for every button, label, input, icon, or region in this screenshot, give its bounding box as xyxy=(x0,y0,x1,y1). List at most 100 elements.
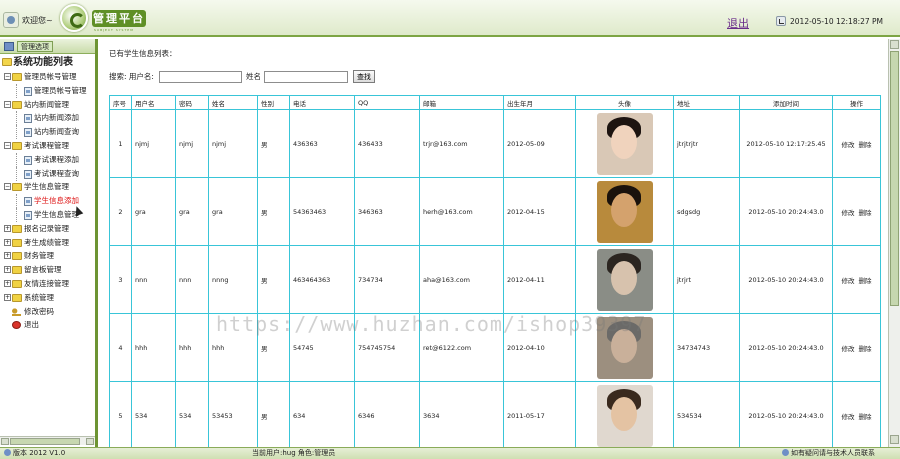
table-row: 5 534 534 53453 男 634 6346 3634 2011-05-17 534534… xyxy=(109,381,881,447)
sidebar-group[interactable]: + 友情连接管理 xyxy=(2,277,95,291)
cell-added: 2012-05-10 20:24:43.0 xyxy=(739,177,833,246)
cell-added: 2012-05-10 12:17:25.45 xyxy=(739,109,833,178)
cell-qq: 6346 xyxy=(354,381,420,447)
scrollbar-thumb[interactable] xyxy=(10,438,80,445)
expand-icon[interactable]: + xyxy=(4,238,11,246)
sidebar-item[interactable]: 站内新闻添加 xyxy=(2,111,95,126)
username-search-input[interactable] xyxy=(159,71,242,83)
sidebar-group[interactable]: − 学生信息管理 xyxy=(2,180,95,194)
edit-link[interactable]: 修改 xyxy=(842,141,855,149)
edit-link[interactable]: 修改 xyxy=(842,209,855,217)
collapse-icon[interactable]: − xyxy=(4,73,11,80)
scroll-left-icon[interactable] xyxy=(1,438,9,445)
folder-icon xyxy=(12,279,22,288)
sidebar-group[interactable]: − 站内新闻管理 xyxy=(2,98,95,112)
key-icon xyxy=(12,307,21,316)
avatar[interactable] xyxy=(596,112,653,175)
student-table: 序号 用户名 密码 姓名 性别 电话 QQ 邮箱 出生年月 头像 地址 添加时间 操作 1 njmj njm… xyxy=(109,95,881,447)
collapse-icon[interactable]: − xyxy=(4,100,11,108)
cell-name: hhh xyxy=(208,313,258,382)
tree-line xyxy=(16,111,17,126)
search-button[interactable]: 查找 xyxy=(353,70,375,83)
scroll-up-icon[interactable] xyxy=(890,40,899,49)
footer-version: 版本 2012 V1.0 xyxy=(4,448,65,459)
expand-icon[interactable]: + xyxy=(4,224,11,232)
sidebar-item[interactable]: 退出 xyxy=(2,318,95,332)
main-content: 已有学生信息列表： 搜索: 用户名: 姓名 查找 序号 用户名 密码 姓名 性别 电话 QQ… xyxy=(98,39,888,447)
avatar[interactable] xyxy=(596,248,653,311)
collapse-icon[interactable]: − xyxy=(4,183,11,191)
column-header: 地址 xyxy=(673,95,740,110)
sidebar-group[interactable]: + 报名记录管理 xyxy=(2,222,95,236)
sidebar-group[interactable]: − 管理员帐号管理 xyxy=(2,70,95,84)
cell-password: njmj xyxy=(175,109,209,178)
edit-link[interactable]: 修改 xyxy=(842,413,855,421)
avatar[interactable] xyxy=(596,180,653,243)
logo-icon xyxy=(60,4,88,32)
edit-link[interactable]: 修改 xyxy=(842,277,855,285)
avatar[interactable] xyxy=(596,316,653,379)
cell-birth: 2012-04-10 xyxy=(503,313,576,382)
main-vertical-scrollbar[interactable] xyxy=(888,39,900,447)
sidebar-group[interactable]: + 财务管理 xyxy=(2,249,95,263)
column-header: 电话 xyxy=(289,95,355,110)
expand-icon[interactable]: + xyxy=(4,293,11,301)
cell-username: 534 xyxy=(131,381,176,447)
sidebar-options-tab[interactable]: 管理选项 xyxy=(17,41,53,52)
list-caption: 已有学生信息列表： xyxy=(109,49,177,58)
logout-link[interactable]: 退出 xyxy=(727,15,749,31)
avatar[interactable] xyxy=(596,384,653,447)
version-text: 版本 2012 V1.0 xyxy=(13,449,66,457)
sidebar-group[interactable]: − 考试课程管理 xyxy=(2,139,95,153)
sidebar-group-label: 管理员帐号管理 xyxy=(24,72,77,81)
delete-link[interactable]: 删除 xyxy=(859,277,872,285)
cell-added: 2012-05-10 20:24:43.0 xyxy=(739,313,833,382)
sidebar-group-label: 报名记录管理 xyxy=(24,223,69,233)
cell-added: 2012-05-10 20:24:43.0 xyxy=(739,245,833,314)
delete-link[interactable]: 删除 xyxy=(859,141,872,149)
cell-address: 534534 xyxy=(673,381,740,447)
column-header: 序号 xyxy=(109,95,132,110)
function-tree: 系统功能列表 − 管理员帐号管理 管理员帐号管理 − 站内新闻管理 站内新闻添加 站内新闻查… xyxy=(2,56,95,332)
cell-gender: 男 xyxy=(257,109,290,178)
sidebar-item[interactable]: 修改密码 xyxy=(2,305,95,319)
delete-link[interactable]: 删除 xyxy=(859,345,872,353)
name-search-input[interactable] xyxy=(264,71,348,83)
sidebar-item[interactable]: 站内新闻查询 xyxy=(2,125,95,140)
edit-link[interactable]: 修改 xyxy=(842,345,855,353)
sidebar-item[interactable]: 考试课程添加 xyxy=(2,152,95,167)
expand-icon[interactable]: + xyxy=(4,279,11,287)
monitor-icon xyxy=(4,42,14,51)
delete-link[interactable]: 删除 xyxy=(859,413,872,421)
contact-text: 如有疑问请与技术人员联系 xyxy=(791,449,875,457)
cell-address: jtrjrt xyxy=(673,245,740,314)
home-icon[interactable] xyxy=(3,12,19,28)
sidebar-item[interactable]: 管理员帐号管理 xyxy=(2,83,95,98)
table-header-row: 序号 用户名 密码 姓名 性别 电话 QQ 邮箱 出生年月 头像 地址 添加时间 操作 xyxy=(109,95,881,110)
collapse-icon[interactable]: − xyxy=(4,141,11,149)
expand-icon[interactable]: + xyxy=(4,266,11,274)
cell-address: jtrjtrjtr xyxy=(673,109,740,178)
sidebar-group[interactable]: + 系统管理 xyxy=(2,291,95,305)
sidebar-group-label: 系统管理 xyxy=(24,292,54,302)
sidebar-item[interactable]: 学生信息添加 xyxy=(2,194,95,209)
sidebar-item[interactable]: 考试课程查询 xyxy=(2,166,95,181)
table-row: 4 hhh hhh hhh 男 54745 754745754 ret@6122.com 201… xyxy=(109,313,881,382)
avatar-cell xyxy=(575,177,674,246)
sidebar-group[interactable]: + 留言板管理 xyxy=(2,263,95,277)
sidebar-group[interactable]: + 考生成绩管理 xyxy=(2,236,95,250)
delete-link[interactable]: 删除 xyxy=(859,209,872,217)
scroll-right-icon[interactable] xyxy=(86,438,94,445)
sidebar-group-label: 友情连接管理 xyxy=(24,278,69,288)
expand-icon[interactable]: + xyxy=(4,252,11,260)
scroll-down-icon[interactable] xyxy=(890,435,899,444)
sidebar-horizontal-scrollbar[interactable] xyxy=(0,436,95,445)
page-icon xyxy=(24,114,32,124)
page-icon xyxy=(24,210,32,220)
cell-qq: 436433 xyxy=(354,109,420,178)
scrollbar-thumb[interactable] xyxy=(890,51,899,306)
actions-cell: 修改 删除 xyxy=(832,381,881,447)
table-row: 2 gra gra gra 男 54363463 346363 herh@163.com 201… xyxy=(109,177,881,246)
cell-qq: 734734 xyxy=(354,245,420,314)
tree-line xyxy=(16,194,17,209)
